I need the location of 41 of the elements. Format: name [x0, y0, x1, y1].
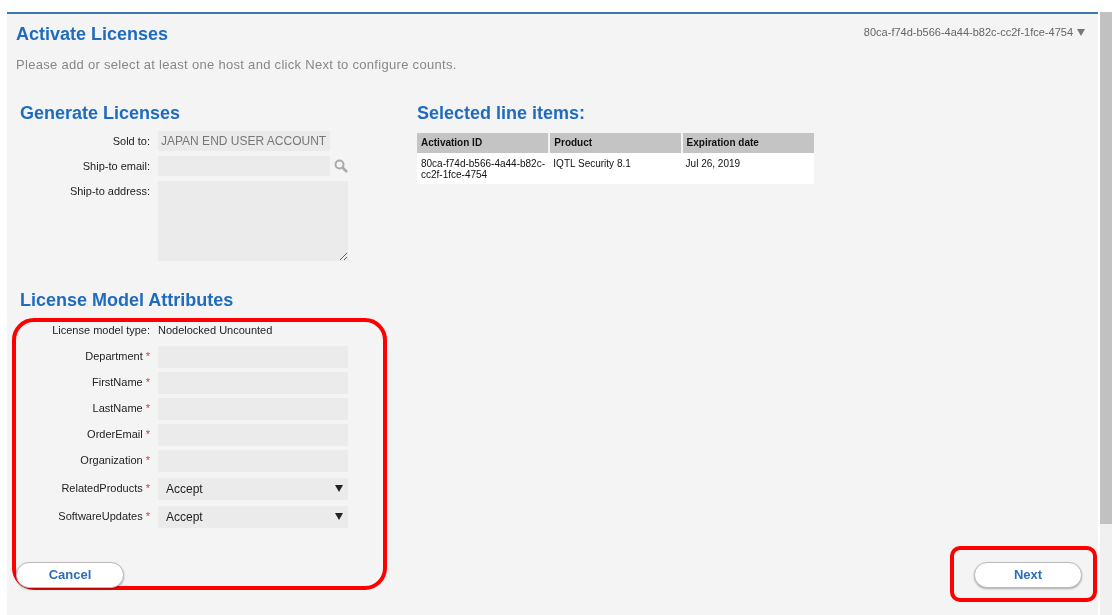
- section-heading: License Model Attributes: [20, 288, 235, 311]
- field-label: LastName: [92, 401, 143, 417]
- column-header: Activation ID: [417, 132, 550, 153]
- next-button[interactable]: Next: [974, 562, 1082, 588]
- field-label: Department: [85, 349, 143, 365]
- column-header: Product: [549, 132, 682, 153]
- required-mark: *: [145, 481, 150, 497]
- address-field[interactable]: [158, 180, 348, 261]
- column-header: Expiration date: [681, 132, 814, 153]
- field-label: OrderEmail: [87, 427, 143, 443]
- required-mark: *: [145, 509, 150, 525]
- select-dropdown[interactable]: Accept: [158, 477, 348, 500]
- required-mark: *: [145, 427, 150, 443]
- page-subtitle: Please add or select at least one host and click Next to configure counts.: [16, 56, 458, 74]
- field-label: Ship-to email:: [81, 158, 150, 174]
- table-cell: IQTL Security 8.1: [549, 152, 682, 184]
- select-dropdown[interactable]: Accept: [158, 505, 348, 528]
- caret-icon: [1077, 28, 1085, 36]
- field-label: RelatedProducts: [61, 481, 143, 497]
- field-label: Organization: [80, 453, 143, 469]
- required-mark: *: [145, 453, 150, 469]
- field-label: Sold to:: [111, 133, 150, 149]
- caret-icon: [335, 513, 343, 520]
- field-label: SoftwareUpdates: [58, 509, 143, 525]
- caret-icon: [335, 485, 343, 492]
- section-heading: Selected line items:: [417, 101, 587, 124]
- field-label: License model type:: [51, 323, 150, 339]
- sold-to-field[interactable]: JAPAN END USER ACCOUNT: [158, 130, 330, 151]
- table-cell: 80ca-f74d-b566-4a44-b82c-cc2f-1fce-4754: [417, 152, 550, 184]
- required-mark: *: [145, 401, 150, 417]
- cancel-button[interactable]: Cancel: [16, 562, 124, 588]
- table-cell: Jul 26, 2019: [681, 152, 814, 184]
- license-type-value: Nodelocked Uncounted: [158, 323, 273, 339]
- page-title: Activate Licenses: [16, 23, 169, 46]
- activation-selector[interactable]: 80ca-f74d-b566-4a44-b82c-cc2f-1fce-4754: [863, 24, 1085, 41]
- field-label: FirstName: [92, 375, 143, 391]
- field-label: Ship-to address:: [68, 183, 150, 199]
- section-heading: Generate Licenses: [20, 101, 182, 124]
- search-icon[interactable]: [334, 158, 348, 173]
- required-mark: *: [145, 375, 150, 391]
- required-mark: *: [145, 349, 150, 365]
